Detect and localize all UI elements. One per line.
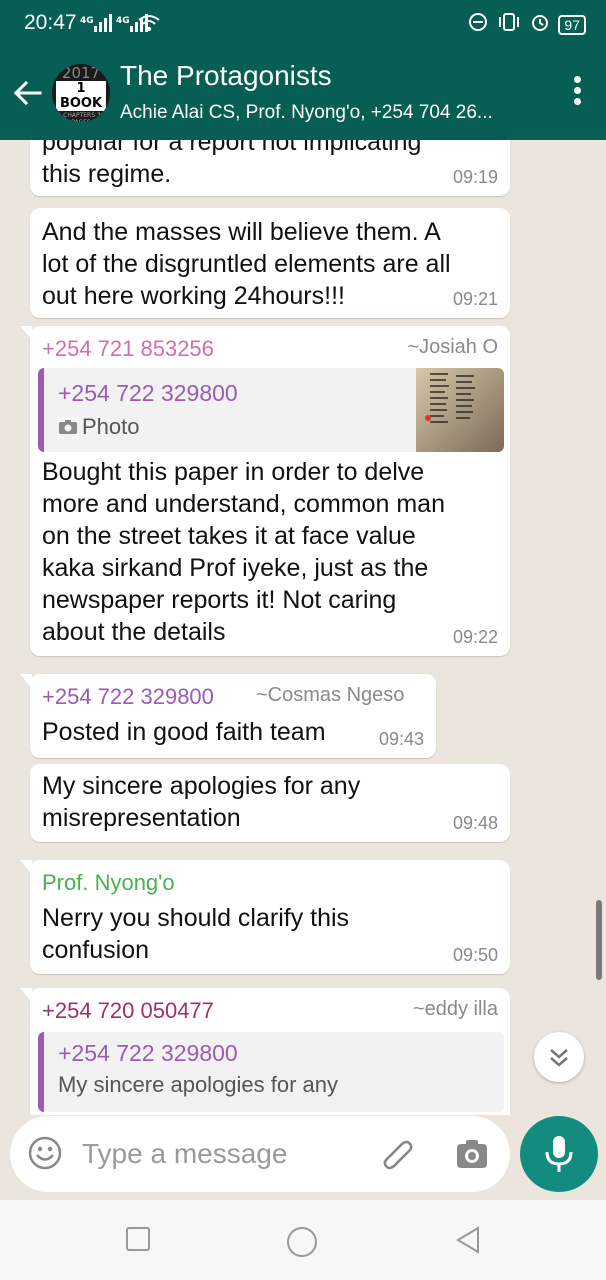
message-input-bar[interactable]: Type a message (10, 1116, 510, 1192)
vibrate-icon (496, 12, 522, 37)
scroll-to-bottom-button[interactable] (534, 1032, 584, 1082)
wifi-icon (138, 14, 160, 35)
message-bubble[interactable]: My sincere apologies for any misrepresen… (30, 764, 510, 842)
mic-icon (545, 1136, 573, 1172)
sender-number[interactable]: +254 720 050477 (42, 998, 214, 1024)
nav-home-icon[interactable] (286, 1226, 318, 1263)
data-saver-icon (468, 12, 488, 37)
message-bubble[interactable]: +254 720 050477 ~eddy illa +254 722 3298… (20, 988, 510, 1115)
message-bubble[interactable]: And the masses will believe them. A lot … (30, 208, 510, 318)
svg-text:4G: 4G (116, 16, 130, 26)
battery-indicator: 97 (558, 14, 586, 35)
system-nav-bar (0, 1200, 606, 1280)
sender-number[interactable]: +254 721 853256 (42, 336, 214, 362)
camera-icon[interactable] (454, 1136, 490, 1172)
scrollbar[interactable] (596, 900, 602, 980)
nav-back-icon[interactable] (454, 1226, 482, 1259)
sender-alias: ~Cosmas Ngeso (256, 684, 405, 706)
mic-button[interactable] (520, 1116, 598, 1192)
message-bubble[interactable]: popular for a report not implicating thi… (30, 140, 510, 196)
sender-name[interactable]: Prof. Nyong'o (42, 870, 175, 896)
quoted-message[interactable]: +254 722 329800 My sincere apologies for… (38, 1032, 504, 1112)
message-input[interactable]: Type a message (82, 1138, 287, 1170)
message-time: 09:21 (452, 289, 498, 309)
message-bubble[interactable]: +254 721 853256 ~Josiah O +254 722 32980… (20, 326, 510, 656)
group-avatar[interactable]: 2017 1 BOOK 52 CHAPTERS 365 PAGES (52, 64, 110, 122)
alarm-icon (530, 12, 550, 37)
sender-number[interactable]: +254 722 329800 (42, 684, 214, 710)
message-time: 09:50 (452, 945, 498, 965)
message-time: 09:19 (452, 167, 498, 187)
photo-icon (58, 415, 78, 441)
sender-alias: ~Josiah O (407, 336, 498, 358)
nav-recents-icon[interactable] (125, 1226, 151, 1257)
message-time: 09:22 (452, 627, 498, 647)
attach-icon[interactable] (380, 1136, 416, 1172)
status-bar: 20:47 4G 4G 97 (0, 0, 606, 46)
quoted-message[interactable]: +254 722 329800 Photo (38, 368, 504, 452)
more-vert-icon[interactable] (572, 76, 582, 110)
svg-text:4G: 4G (80, 16, 94, 26)
signal-icon: 4G (80, 14, 114, 35)
message-list[interactable]: popular for a report not implicating thi… (0, 140, 606, 1115)
message-time: 09:43 (378, 729, 424, 749)
back-arrow-icon[interactable] (10, 76, 44, 110)
message-bubble[interactable]: Prof. Nyong'o Nerry you should clarify t… (20, 860, 510, 974)
sender-alias: ~eddy illa (412, 998, 498, 1020)
message-time: 09:48 (452, 813, 498, 833)
quoted-photo-thumbnail (416, 368, 504, 452)
message-bubble[interactable]: +254 722 329800 ~Cosmas Ngeso Posted in … (20, 674, 436, 758)
group-members[interactable]: Achie Alai CS, Prof. Nyong'o, +254 704 2… (120, 102, 493, 124)
status-time: 20:47 (24, 11, 77, 34)
chat-header[interactable]: 2017 1 BOOK 52 CHAPTERS 365 PAGES The Pr… (0, 46, 606, 140)
group-title[interactable]: The Protagonists (120, 60, 332, 92)
emoji-icon[interactable] (28, 1136, 62, 1170)
chevron-down-icon (550, 1049, 568, 1067)
